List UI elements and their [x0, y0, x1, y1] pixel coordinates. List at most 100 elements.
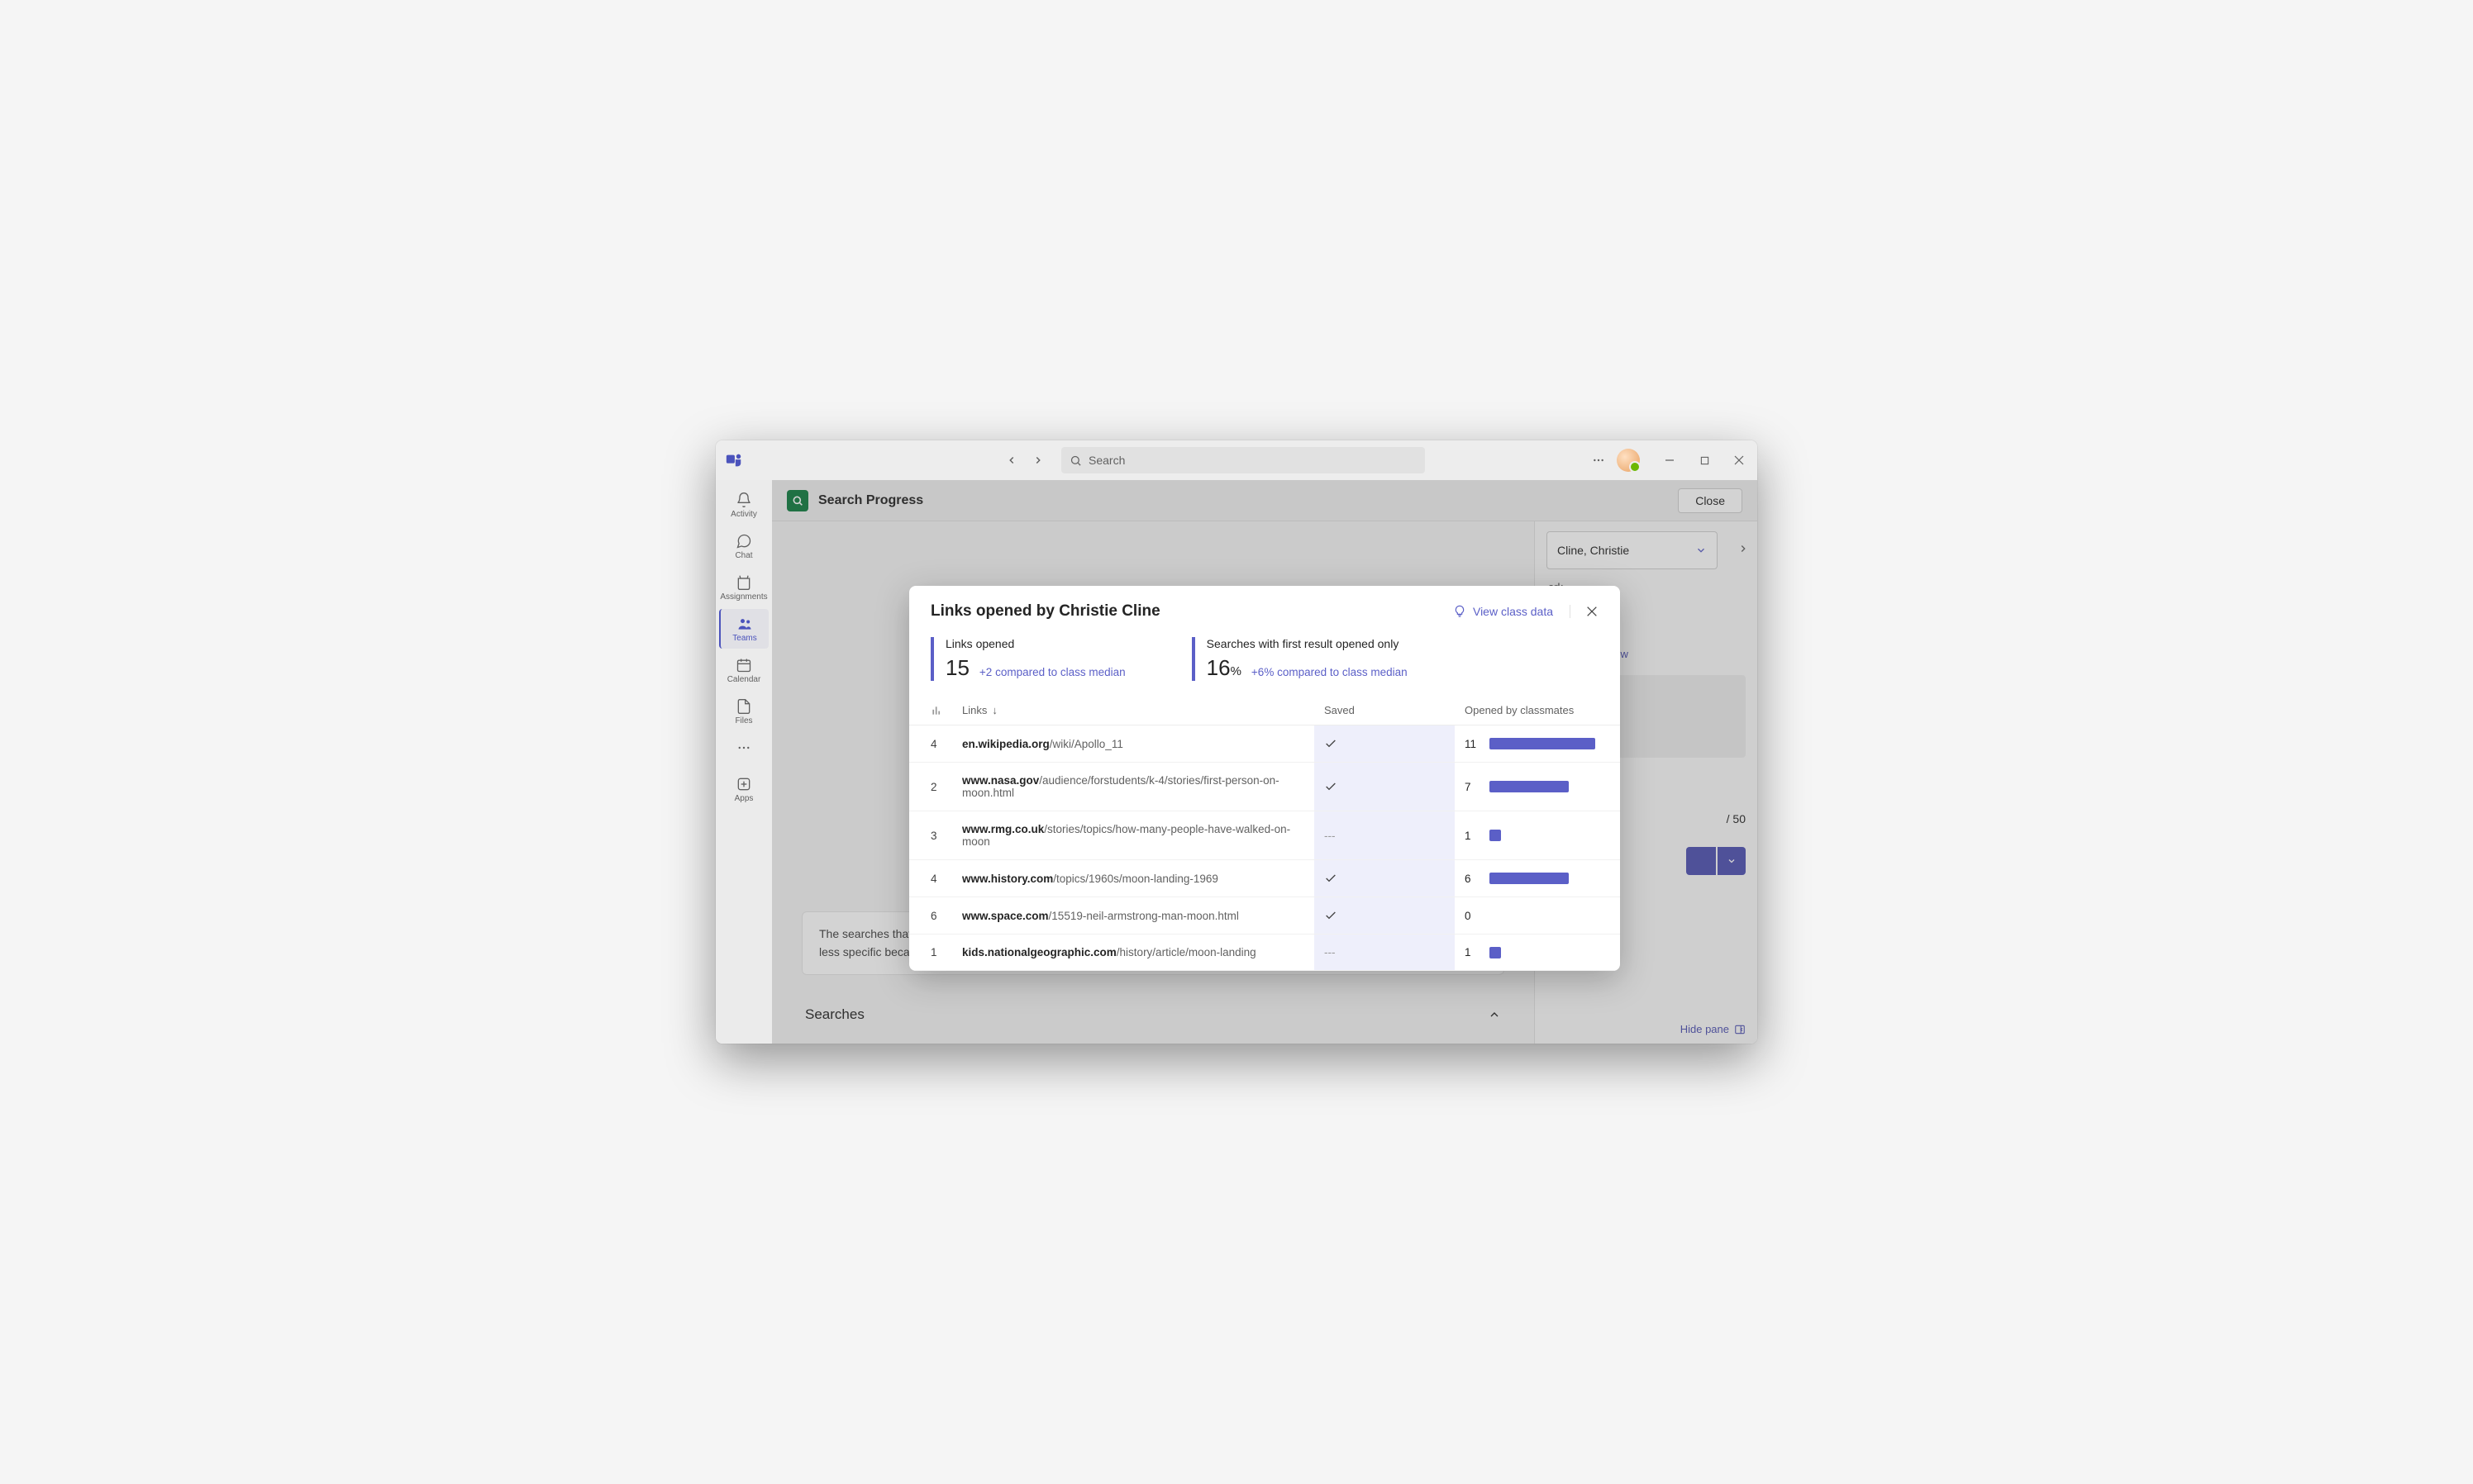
searches-accordion[interactable]: Searches: [802, 998, 1504, 1031]
window-close-button[interactable]: [1727, 449, 1751, 472]
row-classmates: 11: [1455, 725, 1620, 763]
row-link[interactable]: kids.nationalgeographic.com/history/arti…: [952, 935, 1314, 971]
row-classmates: 1: [1455, 811, 1620, 860]
teams-logo-icon: [722, 449, 746, 472]
table-row[interactable]: 1kids.nationalgeographic.com/history/art…: [909, 935, 1620, 971]
window-maximize-button[interactable]: [1693, 449, 1716, 472]
check-icon: [1324, 780, 1445, 793]
return-button[interactable]: [1686, 847, 1716, 875]
row-count: 6: [909, 897, 952, 935]
row-link[interactable]: www.rmg.co.uk/stories/topics/how-many-pe…: [952, 811, 1314, 860]
rail-teams-label: Teams: [732, 634, 756, 643]
subheader: Search Progress Close: [772, 480, 1757, 521]
row-classmates: 7: [1455, 763, 1620, 811]
rail-chat-label: Chat: [735, 551, 752, 560]
nav-forward-button[interactable]: [1027, 449, 1050, 472]
row-count: 2: [909, 763, 952, 811]
search-icon: [1070, 454, 1082, 467]
hide-pane-label: Hide pane: [1680, 1023, 1729, 1035]
app-rail: Activity Chat Assignments Teams Calendar…: [716, 480, 772, 1044]
table-row[interactable]: 4www.history.com/topics/1960s/moon-landi…: [909, 860, 1620, 897]
rail-files-label: Files: [735, 716, 752, 725]
links-modal: Links opened by Christie Cline View clas…: [909, 586, 1620, 971]
nav-back-button[interactable]: [1000, 449, 1023, 472]
row-saved: [1314, 860, 1455, 897]
row-saved: [1314, 897, 1455, 935]
row-classmates: 6: [1455, 860, 1620, 897]
subheader-title: Search Progress: [818, 493, 923, 508]
rail-assignments[interactable]: Assignments: [719, 568, 769, 607]
search-input[interactable]: Search: [1061, 447, 1425, 473]
stat-links-opened: Links opened 15 +2 compared to class med…: [931, 637, 1126, 681]
rail-activity-label: Activity: [731, 510, 757, 519]
search-placeholder: Search: [1089, 454, 1125, 467]
row-saved: ---: [1314, 935, 1455, 971]
view-class-data-label: View class data: [1473, 605, 1553, 618]
col-saved-header[interactable]: Saved: [1314, 696, 1455, 725]
row-classmates: 0: [1455, 897, 1620, 935]
content-area: Search Progress Close The searches that …: [772, 480, 1757, 1044]
row-classmates: 1: [1455, 935, 1620, 971]
window-minimize-button[interactable]: [1658, 449, 1681, 472]
table-row[interactable]: 4en.wikipedia.org/wiki/Apollo_11 11: [909, 725, 1620, 763]
stat-first-label: Searches with first result opened only: [1207, 637, 1408, 650]
rail-activity[interactable]: Activity: [719, 485, 769, 525]
col-classmates-header[interactable]: Opened by classmates: [1455, 696, 1620, 725]
row-count: 4: [909, 725, 952, 763]
view-class-data-link[interactable]: View class data: [1453, 605, 1570, 618]
stat-first-value: 16%: [1207, 655, 1241, 681]
stat-links-delta: +2 compared to class median: [979, 666, 1126, 681]
rail-teams[interactable]: Teams: [719, 609, 769, 649]
rail-apps-label: Apps: [735, 794, 754, 803]
modal-close-button[interactable]: [1585, 605, 1599, 618]
col-links-header[interactable]: Links↓: [952, 696, 1314, 725]
row-link[interactable]: www.nasa.gov/audience/forstudents/k-4/st…: [952, 763, 1314, 811]
rail-apps[interactable]: Apps: [719, 769, 769, 809]
table-row[interactable]: 2www.nasa.gov/audience/forstudents/k-4/s…: [909, 763, 1620, 811]
modal-title: Links opened by Christie Cline: [931, 602, 1160, 621]
rail-calendar[interactable]: Calendar: [719, 650, 769, 690]
return-caret-button[interactable]: [1718, 847, 1746, 875]
row-count: 1: [909, 935, 952, 971]
check-icon: [1324, 872, 1445, 885]
stat-first-delta: +6% compared to class median: [1251, 666, 1408, 681]
chevron-up-icon: [1488, 1008, 1501, 1021]
not-saved-text: ---: [1324, 830, 1336, 842]
user-avatar[interactable]: [1617, 449, 1640, 472]
row-saved: ---: [1314, 811, 1455, 860]
not-saved-text: ---: [1324, 946, 1336, 958]
rail-calendar-label: Calendar: [727, 675, 761, 684]
row-link[interactable]: en.wikipedia.org/wiki/Apollo_11: [952, 725, 1314, 763]
searches-heading: Searches: [805, 1006, 865, 1023]
next-student-button[interactable]: [1729, 543, 1757, 554]
stat-links-value: 15: [946, 655, 970, 681]
row-count: 3: [909, 811, 952, 860]
app-window: Search Activity Chat: [716, 440, 1757, 1044]
student-name: Cline, Christie: [1557, 544, 1629, 557]
sort-descending-icon: ↓: [992, 704, 998, 716]
row-link[interactable]: www.history.com/topics/1960s/moon-landin…: [952, 860, 1314, 897]
row-saved: [1314, 725, 1455, 763]
rail-assignments-label: Assignments: [720, 592, 767, 602]
table-row[interactable]: 3www.rmg.co.uk/stories/topics/how-many-p…: [909, 811, 1620, 860]
rail-files[interactable]: Files: [719, 692, 769, 731]
student-selector[interactable]: Cline, Christie: [1546, 531, 1718, 569]
stat-links-label: Links opened: [946, 637, 1126, 650]
check-icon: [1324, 737, 1445, 750]
row-saved: [1314, 763, 1455, 811]
search-progress-app-icon: [787, 490, 808, 511]
rail-chat[interactable]: Chat: [719, 526, 769, 566]
titlebar: Search: [716, 440, 1757, 480]
hide-pane-button[interactable]: Hide pane: [1680, 1023, 1746, 1035]
links-table: Links↓ Saved Opened by classmates 4en.wi…: [909, 696, 1620, 971]
close-button[interactable]: Close: [1678, 488, 1742, 513]
bar-chart-icon: [931, 705, 942, 716]
row-link[interactable]: www.space.com/15519-neil-armstrong-man-m…: [952, 897, 1314, 935]
more-icon[interactable]: [1592, 454, 1605, 467]
rail-more[interactable]: [719, 733, 769, 763]
row-count: 4: [909, 860, 952, 897]
stat-first-result: Searches with first result opened only 1…: [1192, 637, 1408, 681]
chevron-down-icon: [1695, 545, 1707, 556]
table-row[interactable]: 6www.space.com/15519-neil-armstrong-man-…: [909, 897, 1620, 935]
lightbulb-icon: [1453, 605, 1466, 618]
